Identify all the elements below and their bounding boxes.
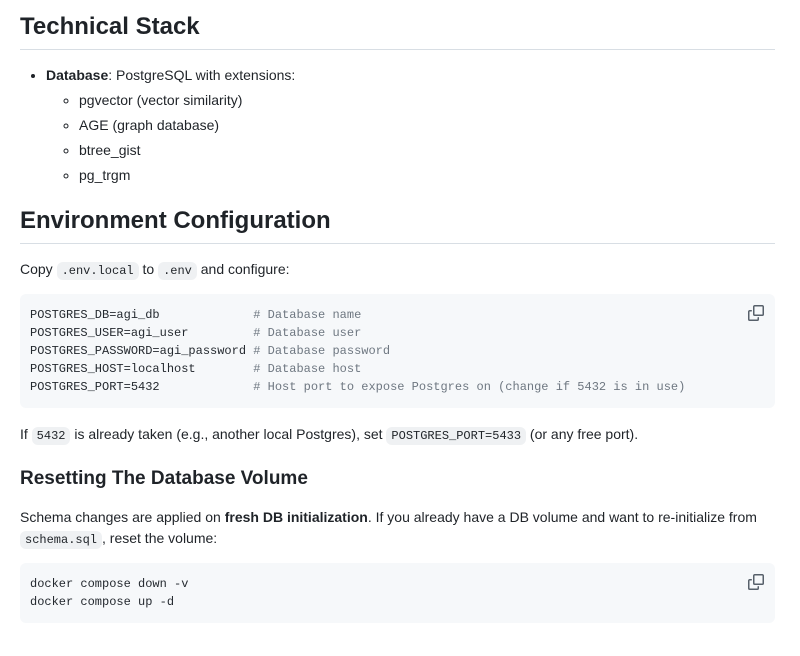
code-line: POSTGRES_HOST=localhost # Database host (30, 360, 765, 378)
code-statement: docker compose down -v (30, 577, 188, 591)
copy-env-block-button[interactable] (743, 300, 769, 326)
database-label: Database (46, 67, 108, 83)
inline-code-env-local: .env.local (57, 262, 139, 280)
heading-technical-stack: Technical Stack (20, 12, 775, 50)
markdown-document: Technical Stack Database: PostgreSQL wit… (0, 0, 800, 656)
code-comment: # Database user (253, 326, 361, 340)
extensions-list: pgvector (vector similarity) AGE (graph … (46, 90, 775, 186)
port-note-text-1: If (20, 426, 32, 442)
list-item-age: AGE (graph database) (79, 115, 775, 136)
inline-code-postgres-port: POSTGRES_PORT=5433 (386, 427, 526, 445)
env-intro-paragraph: Copy .env.local to .env and configure: (20, 259, 775, 280)
env-intro-text-2: to (139, 261, 158, 277)
reset-text-3: , reset the volume: (102, 530, 217, 546)
copy-icon (748, 574, 764, 590)
list-item-pgvector: pgvector (vector similarity) (79, 90, 775, 111)
code-statement: POSTGRES_USER=agi_user (30, 326, 253, 340)
reset-bold-text: fresh DB initialization (225, 509, 368, 525)
port-note-paragraph: If 5432 is already taken (e.g., another … (20, 424, 775, 445)
code-line: POSTGRES_USER=agi_user # Database user (30, 324, 765, 342)
code-statement: POSTGRES_HOST=localhost (30, 362, 253, 376)
heading-environment-configuration: Environment Configuration (20, 206, 775, 244)
env-intro-text-1: Copy (20, 261, 57, 277)
copy-icon (748, 305, 764, 321)
code-line: POSTGRES_PASSWORD=agi_password # Databas… (30, 342, 765, 360)
port-note-text-2: is already taken (e.g., another local Po… (70, 426, 386, 442)
code-statement: POSTGRES_PORT=5432 (30, 380, 253, 394)
env-code-block: POSTGRES_DB=agi_db # Database name POSTG… (20, 294, 775, 408)
code-comment: # Host port to expose Postgres on (chang… (253, 380, 685, 394)
list-item-btree-gist: btree_gist (79, 140, 775, 161)
reset-text-2: . If you already have a DB volume and wa… (368, 509, 757, 525)
docker-code-block: docker compose down -v docker compose up… (20, 563, 775, 623)
heading-resetting-database-volume: Resetting The Database Volume (20, 467, 775, 491)
list-item-pg-trgm: pg_trgm (79, 165, 775, 186)
code-statement: POSTGRES_PASSWORD=agi_password (30, 344, 253, 358)
code-comment: # Database name (253, 308, 361, 322)
port-note-text-3: (or any free port). (526, 426, 638, 442)
reset-paragraph: Schema changes are applied on fresh DB i… (20, 507, 775, 549)
tech-stack-list: Database: PostgreSQL with extensions: pg… (20, 65, 775, 186)
database-text: : PostgreSQL with extensions: (108, 67, 295, 83)
code-line: POSTGRES_PORT=5432 # Host port to expose… (30, 378, 765, 396)
copy-docker-block-button[interactable] (743, 569, 769, 595)
code-comment: # Database password (253, 344, 390, 358)
code-line: POSTGRES_DB=agi_db # Database name (30, 306, 765, 324)
code-comment: # Database host (253, 362, 361, 376)
inline-code-5432: 5432 (32, 427, 71, 445)
reset-text-1: Schema changes are applied on (20, 509, 225, 525)
code-statement: docker compose up -d (30, 595, 174, 609)
env-intro-text-3: and configure: (197, 261, 290, 277)
list-item-database: Database: PostgreSQL with extensions: pg… (46, 65, 775, 186)
code-line: docker compose up -d (30, 593, 765, 611)
code-line: docker compose down -v (30, 575, 765, 593)
inline-code-schema-sql: schema.sql (20, 531, 102, 549)
code-statement: POSTGRES_DB=agi_db (30, 308, 253, 322)
inline-code-env: .env (158, 262, 197, 280)
